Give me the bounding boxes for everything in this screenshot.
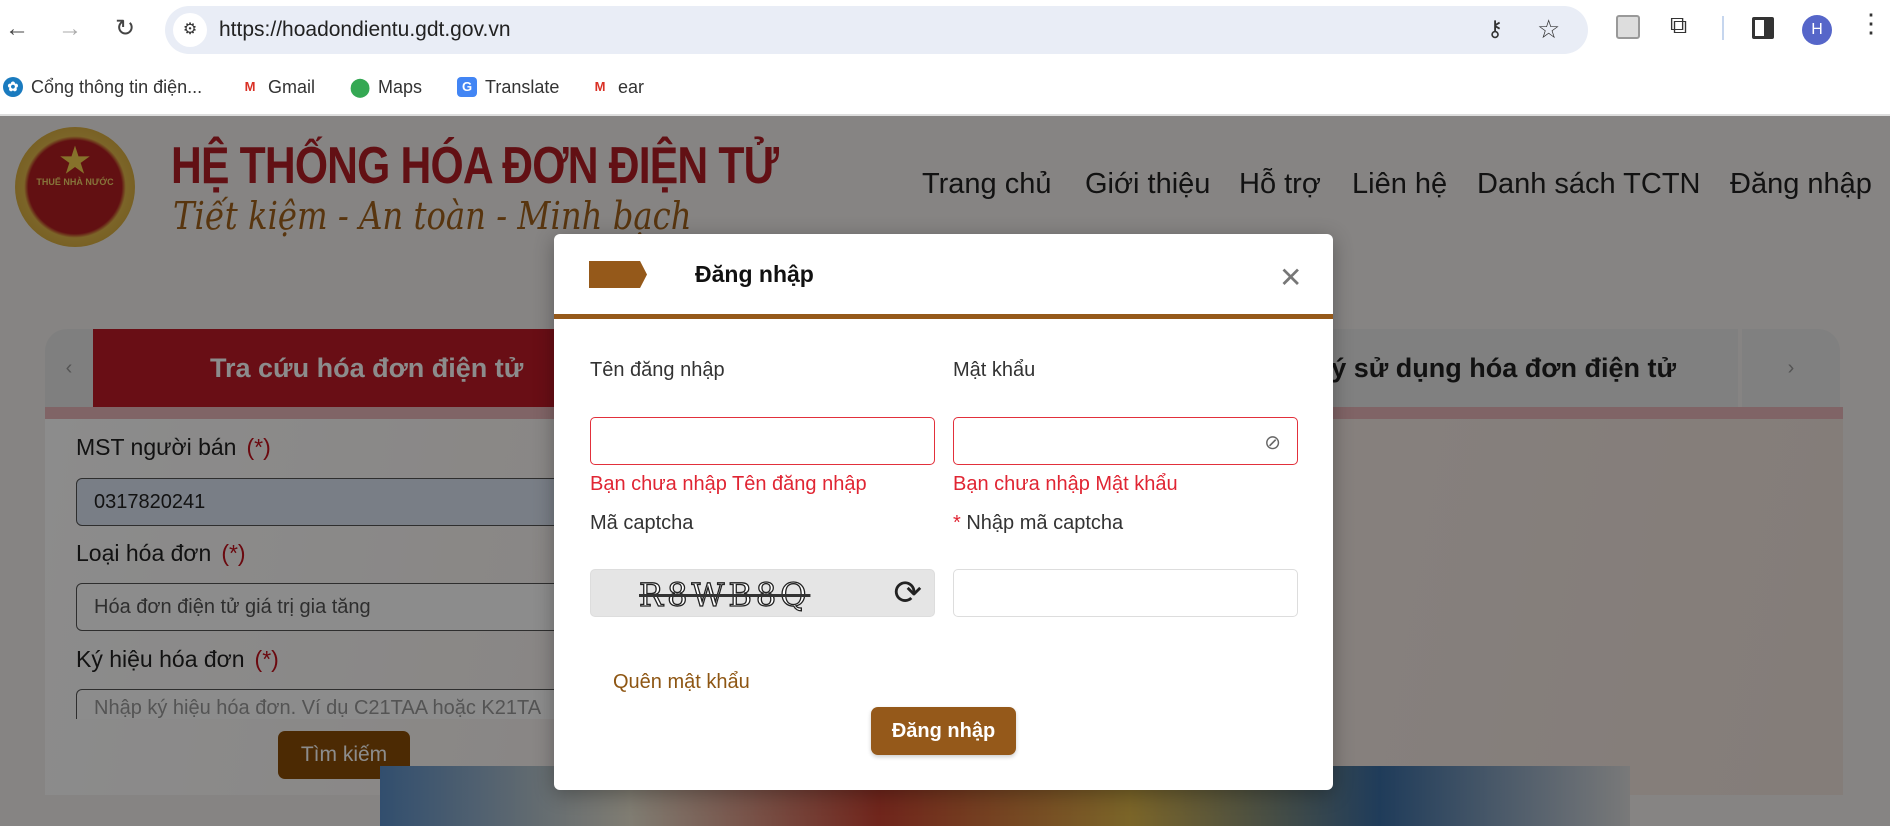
dialog-title: Đăng nhập <box>695 261 814 287</box>
bookmark-item[interactable]: M Gmail <box>240 74 315 100</box>
login-button[interactable]: Đăng nhập <box>871 707 1016 755</box>
bookmark-item[interactable]: Mear <box>590 74 644 100</box>
captcha-input-label: * Nhập mã captcha <box>953 512 1124 534</box>
globe-icon: ✿ <box>3 77 23 97</box>
captcha-input[interactable] <box>953 569 1298 617</box>
browser-toolbar: ← → ↻ ⚙ https://hoadondientu.gdt.gov.vn … <box>0 0 1890 58</box>
arrow-tag-icon <box>589 261 647 288</box>
menu-icon[interactable]: ⋮ <box>1858 10 1884 36</box>
captcha-label: Mã captcha <box>590 512 694 534</box>
gmail-icon: M <box>590 77 610 97</box>
back-icon[interactable]: ← <box>2 14 32 44</box>
translate-icon: G <box>457 77 477 97</box>
forgot-password-link[interactable]: Quên mật khẩu <box>613 671 750 694</box>
bookmark-item[interactable]: G Translate <box>457 74 559 100</box>
eye-slash-icon[interactable]: ⊘ <box>1264 430 1281 455</box>
key-icon[interactable]: ⚷ <box>1487 16 1503 42</box>
bookmark-item[interactable]: ✿ Cổng thông tin điện... <box>3 74 202 100</box>
refresh-icon[interactable]: ⟳ <box>894 573 923 613</box>
bookmark-item[interactable]: ⬤ Maps <box>350 74 422 100</box>
password-label: Mật khẩu <box>953 359 1036 381</box>
extension-icon[interactable] <box>1616 15 1640 39</box>
bookmark-label: Maps <box>378 76 423 97</box>
puzzle-icon[interactable]: ⧉ <box>1670 12 1687 40</box>
bookmarks-bar: ✿ Cổng thông tin điện... M Gmail ⬤ Maps G Tr… <box>0 58 1890 116</box>
bookmark-label: ear <box>618 76 645 97</box>
bookmark-label: Cổng thông tin điện... <box>31 76 203 97</box>
url-text[interactable]: https://hoadondientu.gdt.gov.vn <box>219 18 511 42</box>
username-label: Tên đăng nhập <box>590 359 725 381</box>
username-input[interactable] <box>590 417 935 465</box>
username-error: Bạn chưa nhập Tên đăng nhập <box>590 473 867 495</box>
password-error: Bạn chưa nhập Mật khẩu <box>953 473 1178 495</box>
divider <box>1722 16 1724 40</box>
captcha-image: R8WB8Q ⟳ <box>590 569 935 617</box>
star-icon[interactable]: ☆ <box>1537 14 1560 45</box>
close-icon[interactable]: ✕ <box>1279 264 1302 292</box>
reload-icon[interactable]: ↻ <box>110 14 140 44</box>
side-panel-icon[interactable] <box>1752 17 1774 39</box>
login-dialog: Đăng nhập ✕ Tên đăng nhập Mật khẩu ⊘ Bạn… <box>554 234 1333 790</box>
forward-icon[interactable]: → <box>55 14 85 44</box>
bookmark-label: Gmail <box>268 76 316 97</box>
password-input[interactable]: ⊘ <box>953 417 1298 465</box>
address-bar[interactable]: ⚙ https://hoadondientu.gdt.gov.vn ⚷ ☆ <box>165 6 1588 54</box>
profile-avatar[interactable]: H <box>1802 15 1832 45</box>
gmail-icon: M <box>240 77 260 97</box>
captcha-text: R8WB8Q <box>638 575 811 614</box>
header-divider <box>554 314 1333 319</box>
site-info-icon[interactable]: ⚙ <box>173 13 207 47</box>
bookmark-label: Translate <box>485 76 560 97</box>
maps-icon: ⬤ <box>350 77 371 97</box>
